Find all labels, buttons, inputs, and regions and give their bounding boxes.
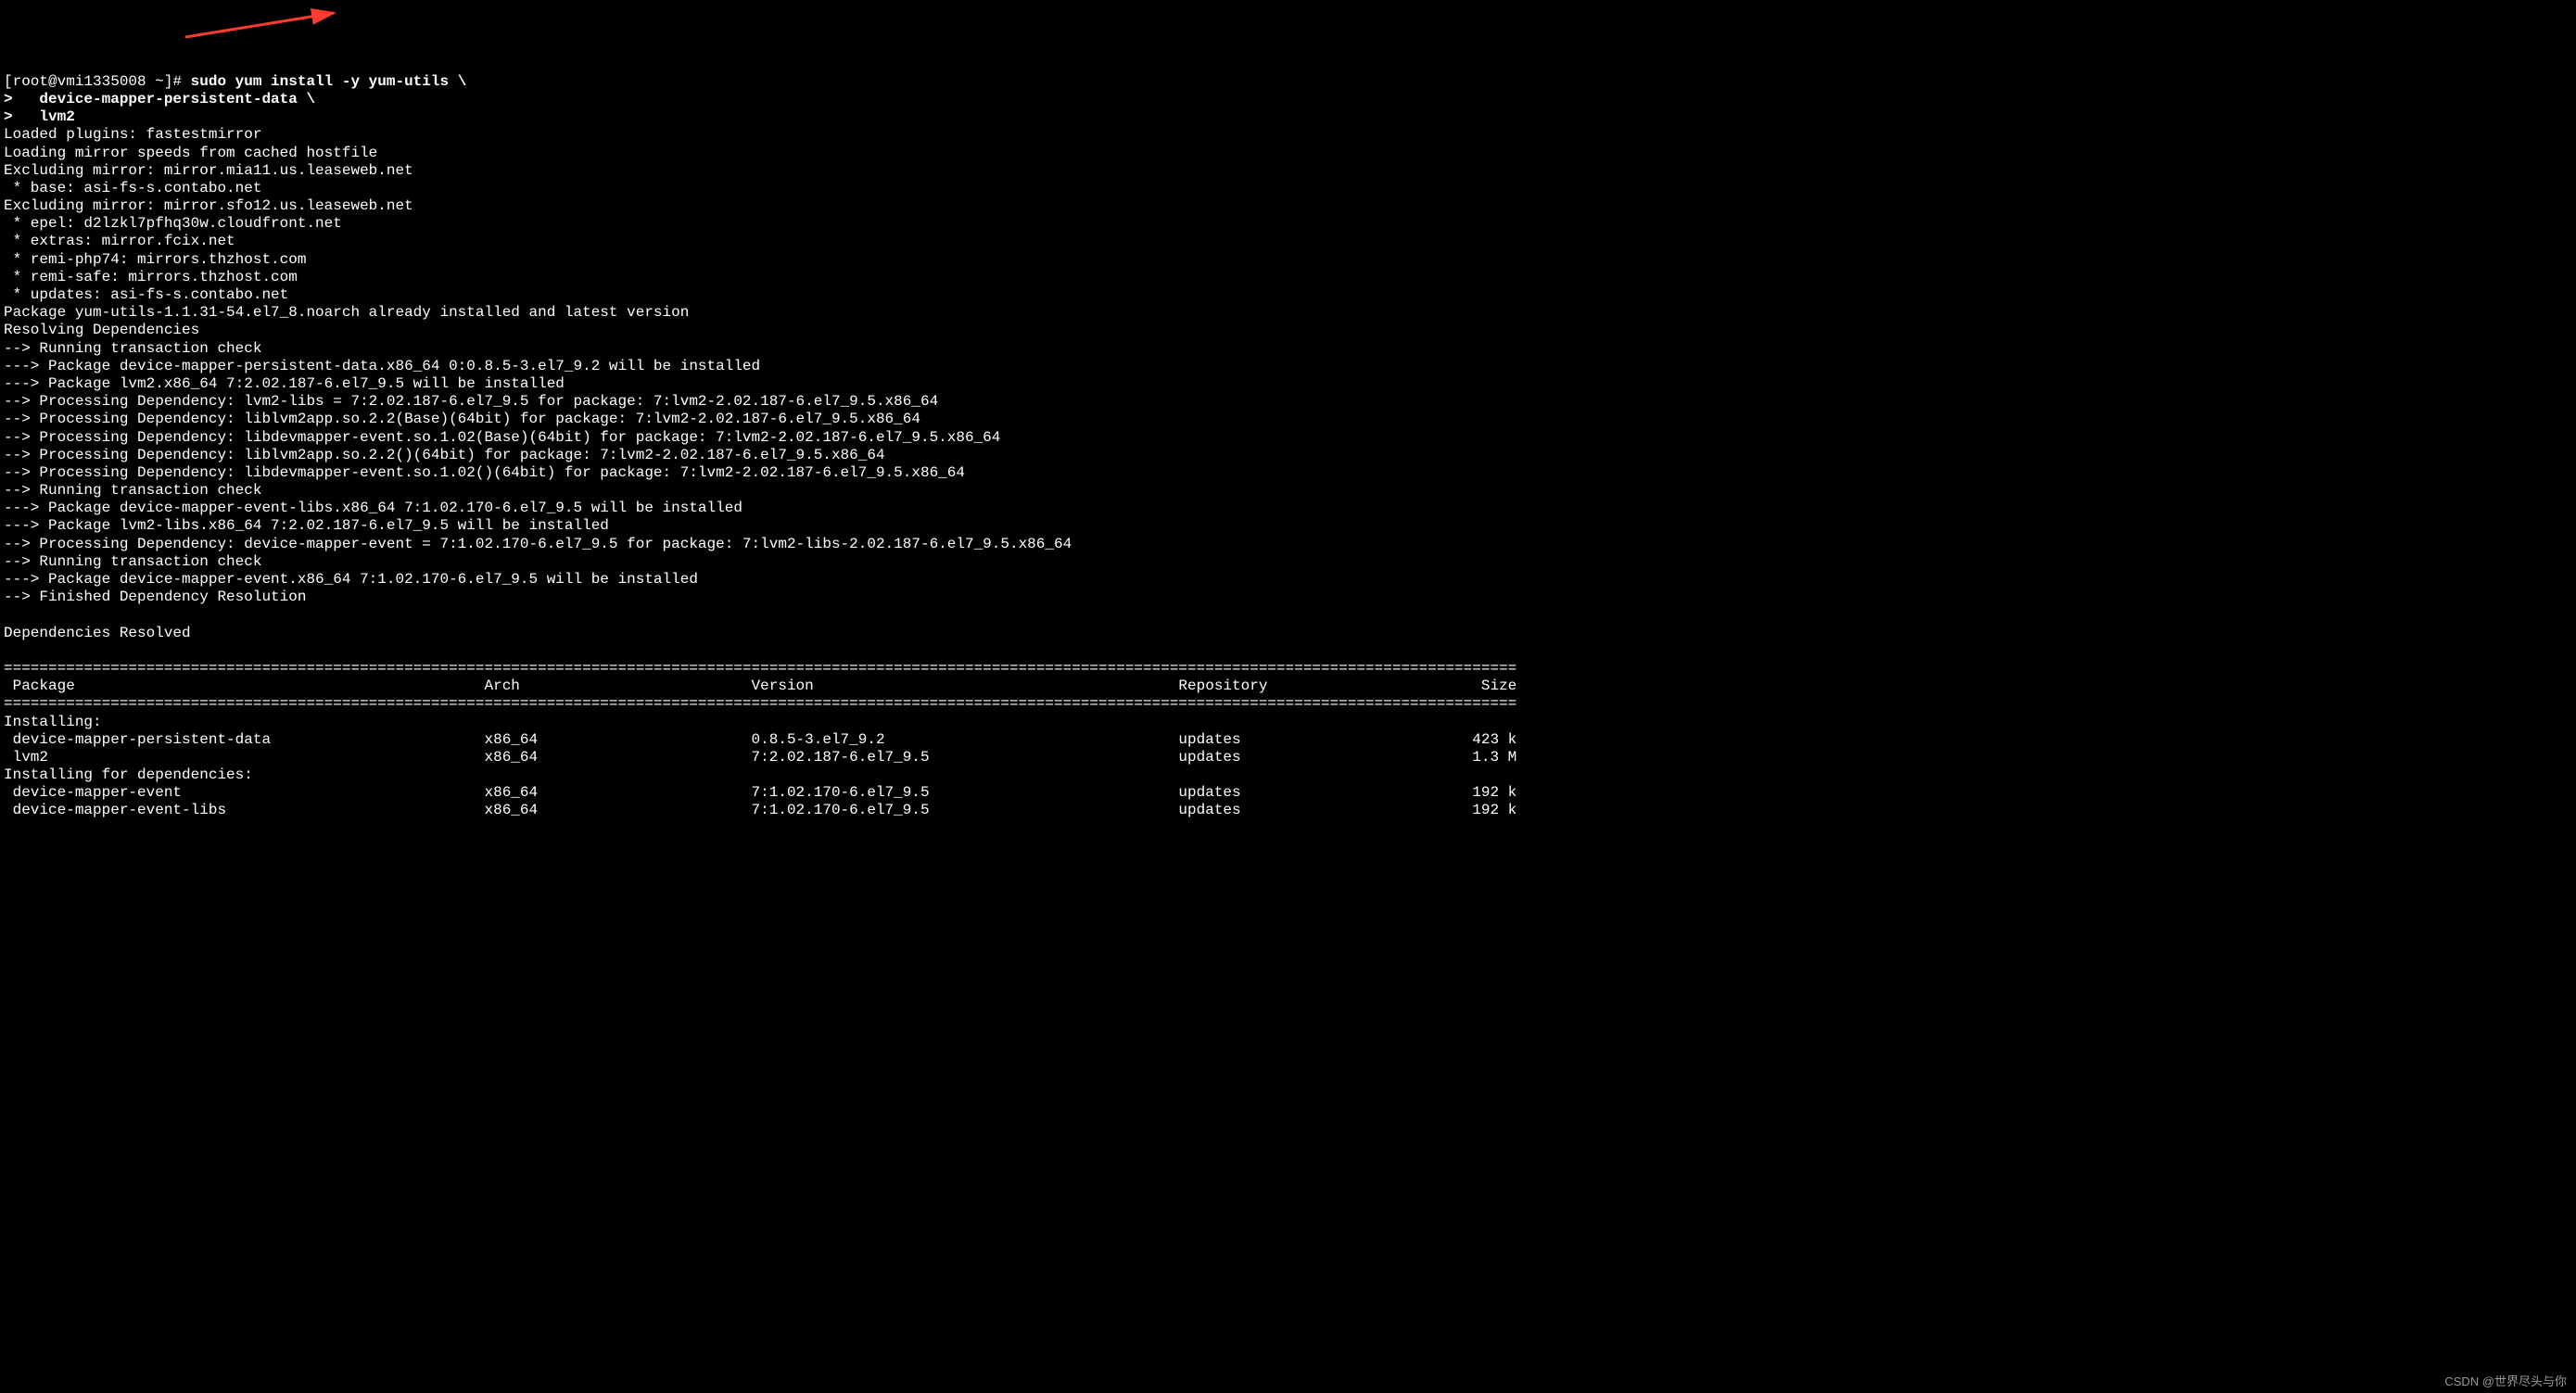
shell-prompt: [root@vmi1335008 ~]# sudo yum install -y… bbox=[4, 73, 466, 125]
annotation-arrow-icon bbox=[176, 6, 362, 43]
watermark-text: CSDN @世界尽头与你 bbox=[2444, 1374, 2567, 1389]
dependency-table: ========================================… bbox=[4, 660, 1516, 819]
terminal-output[interactable]: [root@vmi1335008 ~]# sudo yum install -y… bbox=[0, 71, 2576, 822]
yum-output-block: Loaded plugins: fastestmirror Loading mi… bbox=[4, 126, 1072, 640]
